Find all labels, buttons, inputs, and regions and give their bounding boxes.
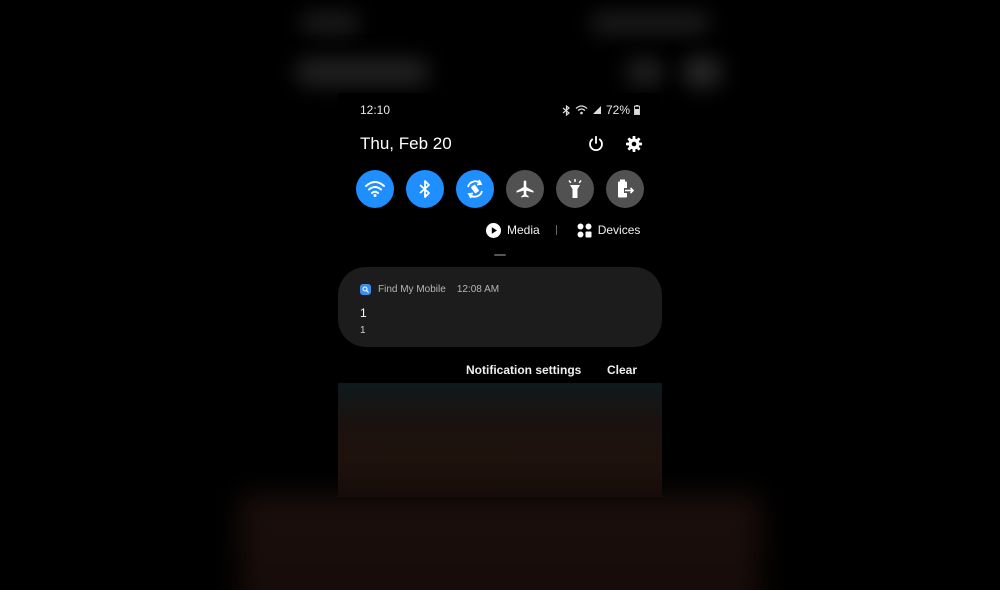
- media-label: Media: [507, 223, 540, 237]
- notification-settings-button[interactable]: Notification settings: [466, 363, 581, 377]
- battery-percent: 72%: [605, 103, 630, 117]
- devices-button[interactable]: Devices: [577, 223, 641, 238]
- bluetooth-icon: [419, 180, 430, 198]
- power-icon: [589, 135, 603, 151]
- auto-rotate-icon: [467, 179, 483, 199]
- background-blur-shape: [590, 12, 710, 34]
- power-saving-icon: [618, 179, 635, 198]
- settings-gear-icon: [626, 136, 642, 152]
- media-devices-row: Media Devices: [486, 221, 640, 239]
- bluetooth-tile[interactable]: [406, 170, 444, 208]
- bluetooth-icon: [562, 104, 570, 116]
- settings-button[interactable]: [624, 134, 644, 154]
- status-time: 12:10: [360, 103, 391, 117]
- wifi-icon: [365, 181, 385, 197]
- date-row: Thu, Feb 20: [360, 133, 644, 155]
- devices-grid-icon: [577, 223, 592, 237]
- status-bar: 12:10 72%: [360, 102, 640, 118]
- notification-text: 1: [360, 325, 366, 336]
- play-icon: [486, 222, 501, 238]
- wifi-icon: [575, 105, 588, 115]
- quick-settings-tiles: [356, 170, 644, 208]
- power-button[interactable]: [586, 134, 606, 154]
- media-button[interactable]: Media: [486, 222, 540, 238]
- clear-button[interactable]: Clear: [607, 363, 637, 377]
- notification-app-name: Find My Mobile: [378, 284, 446, 295]
- panel-drag-handle[interactable]: [494, 254, 506, 256]
- background-wallpaper-blur: [240, 495, 760, 590]
- app-glyph-icon: [362, 286, 369, 293]
- notification-time: 12:08 AM: [456, 284, 500, 295]
- header-actions: [586, 134, 644, 154]
- notification-shade: 12:10 72% Thu, Feb 20 Media Devices Find…: [338, 93, 662, 497]
- notification-actions: Notification settings Clear: [338, 361, 662, 381]
- power-saving-tile[interactable]: [606, 170, 644, 208]
- airplane-mode-tile[interactable]: [506, 170, 544, 208]
- notification-header: Find My Mobile 12:08 AM: [360, 284, 499, 295]
- battery-icon: [634, 105, 640, 115]
- background-blur-shape: [300, 12, 360, 34]
- background-blur-shape: [682, 56, 722, 88]
- find-my-mobile-app-icon: [360, 284, 371, 295]
- notification-card[interactable]: Find My Mobile 12:08 AM 1 1: [338, 267, 662, 347]
- divider: [555, 225, 557, 235]
- wallpaper: [338, 383, 662, 497]
- status-icons: 72%: [562, 103, 640, 117]
- devices-label: Devices: [597, 223, 641, 237]
- background-blur-shape: [295, 58, 430, 86]
- background-blur-shape: [625, 58, 665, 86]
- airplane-icon: [516, 180, 534, 198]
- notification-title: 1: [360, 306, 367, 320]
- flashlight-icon: [568, 179, 582, 198]
- signal-icon: [592, 106, 601, 114]
- auto-rotate-tile[interactable]: [456, 170, 494, 208]
- flashlight-tile[interactable]: [556, 170, 594, 208]
- date-label: Thu, Feb 20: [360, 134, 452, 153]
- wifi-tile[interactable]: [356, 170, 394, 208]
